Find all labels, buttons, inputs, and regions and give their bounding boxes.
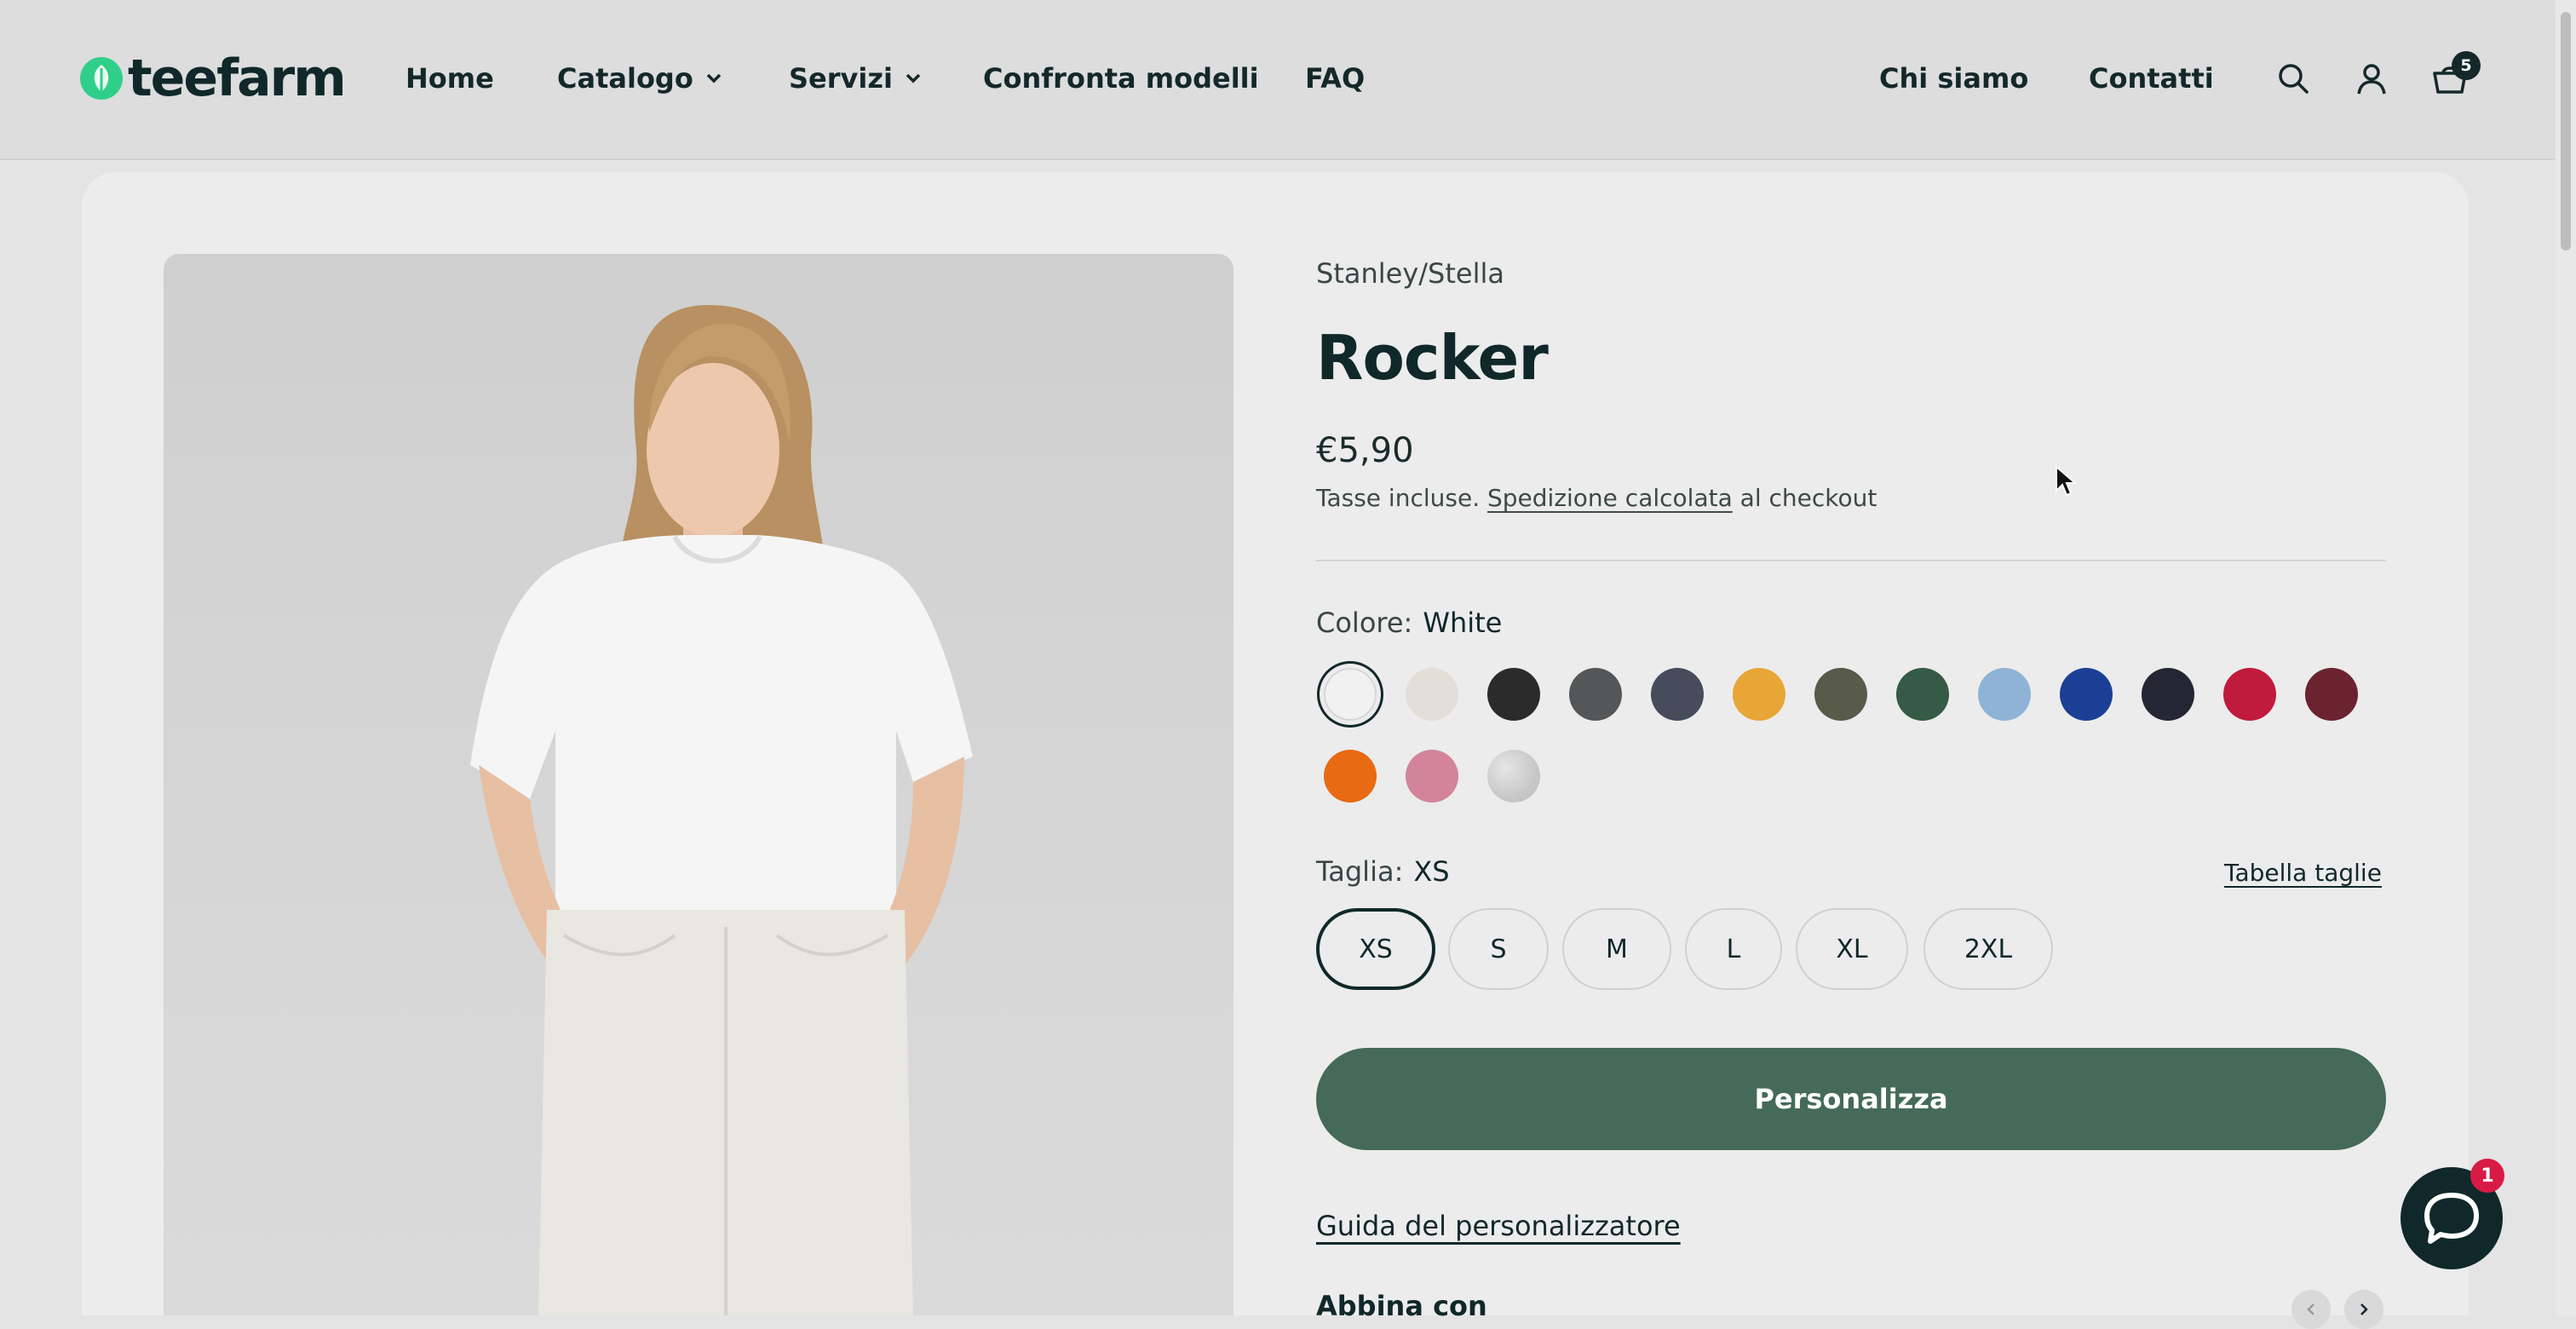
color-swatch[interactable] [1569,668,1622,721]
size-chart-link[interactable]: Tabella taglie [2224,859,2382,887]
nav-catalogo[interactable]: Catalogo [557,60,722,97]
color-swatch[interactable] [1324,668,1377,721]
color-swatch[interactable] [2223,668,2276,721]
customizer-guide-link[interactable]: Guida del personalizzatore [1316,1210,1681,1242]
size-value: XS [1413,855,1450,888]
color-swatch[interactable] [2142,668,2194,721]
color-label-text: Colore: [1316,607,1413,639]
nav-servizi[interactable]: Servizi [789,60,922,97]
nav-home-label: Home [405,62,494,95]
color-swatch[interactable] [1733,668,1785,721]
color-swatch[interactable] [1406,668,1458,721]
size-option-2xl[interactable]: 2XL [1923,908,2053,990]
color-swatch[interactable] [1406,750,1458,803]
page-scrollbar[interactable] [2556,0,2576,1315]
size-option-xl[interactable]: XL [1796,908,1908,990]
site-header: teefarm Home Catalogo Servizi Confronta … [0,0,2556,160]
search-icon[interactable] [2274,60,2312,97]
color-value: White [1423,607,1503,639]
personalizza-button[interactable]: Personalizza [1316,1048,2386,1150]
nav-chi-siamo[interactable]: Chi siamo [1879,60,2028,97]
chat-unread-badge: 1 [2470,1159,2504,1193]
mouse-cursor-icon [2055,464,2078,501]
size-option-m[interactable]: M [1562,908,1671,990]
nav-contatti[interactable]: Contatti [2089,60,2214,97]
color-swatch[interactable] [1487,750,1540,803]
account-icon[interactable] [2353,60,2390,97]
product-image[interactable] [164,254,1233,1315]
tax-note: Tasse incluse. Spedizione calcolata al c… [1316,484,1877,512]
color-swatch[interactable] [1487,668,1540,721]
nav-contatti-label: Contatti [2089,62,2214,95]
model-photo-illustration [470,305,973,1315]
chevron-right-icon [2360,1303,2368,1315]
leaf-logo-icon [80,57,123,100]
nav-faq[interactable]: FAQ [1305,60,1365,97]
color-swatch[interactable] [1814,668,1867,721]
tax-suffix: al checkout [1739,484,1877,512]
carousel-next-button[interactable] [2344,1290,2383,1329]
divider [1316,560,2386,561]
color-label: Colore: White [1316,607,1502,639]
chat-bubble-icon [2424,1193,2479,1244]
cart-count-badge: 5 [2452,51,2481,80]
nav-chi-siamo-label: Chi siamo [1879,62,2029,95]
pair-with-heading: Abbina con [1316,1290,1487,1322]
site-logo[interactable]: teefarm [80,49,347,108]
nav-catalogo-label: Catalogo [557,62,693,95]
logo-wordmark: teefarm [128,49,347,108]
size-label-text: Taglia: [1316,855,1404,888]
size-option-s[interactable]: S [1448,908,1549,990]
nav-servizi-label: Servizi [789,62,893,95]
chevron-left-icon [2307,1303,2314,1315]
size-label: Taglia: XS [1316,855,1450,888]
scrollbar-thumb[interactable] [2561,12,2571,250]
color-swatch[interactable] [1978,668,2031,721]
product-brand: Stanley/Stella [1316,257,1504,290]
nav-home[interactable]: Home [405,60,494,97]
nav-confronta-modelli[interactable]: Confronta modelli [983,60,1259,97]
product-title: Rocker [1316,322,1549,394]
size-option-l[interactable]: L [1685,908,1782,990]
tax-prefix: Tasse incluse. [1316,484,1481,512]
chevron-down-icon [905,72,922,84]
product-price: €5,90 [1316,431,1414,470]
color-swatch[interactable] [1324,750,1377,803]
color-swatch[interactable] [1896,668,1949,721]
nav-confronta-label: Confronta modelli [983,62,1259,95]
carousel-prev-button[interactable] [2291,1290,2331,1329]
color-swatch[interactable] [2305,668,2358,721]
shipping-link[interactable]: Spedizione calcolata [1487,484,1733,512]
nav-faq-label: FAQ [1305,62,1366,95]
size-option-xs[interactable]: XS [1316,908,1435,990]
color-swatch[interactable] [2060,668,2113,721]
chevron-down-icon [705,72,722,84]
color-swatch[interactable] [1651,668,1704,721]
